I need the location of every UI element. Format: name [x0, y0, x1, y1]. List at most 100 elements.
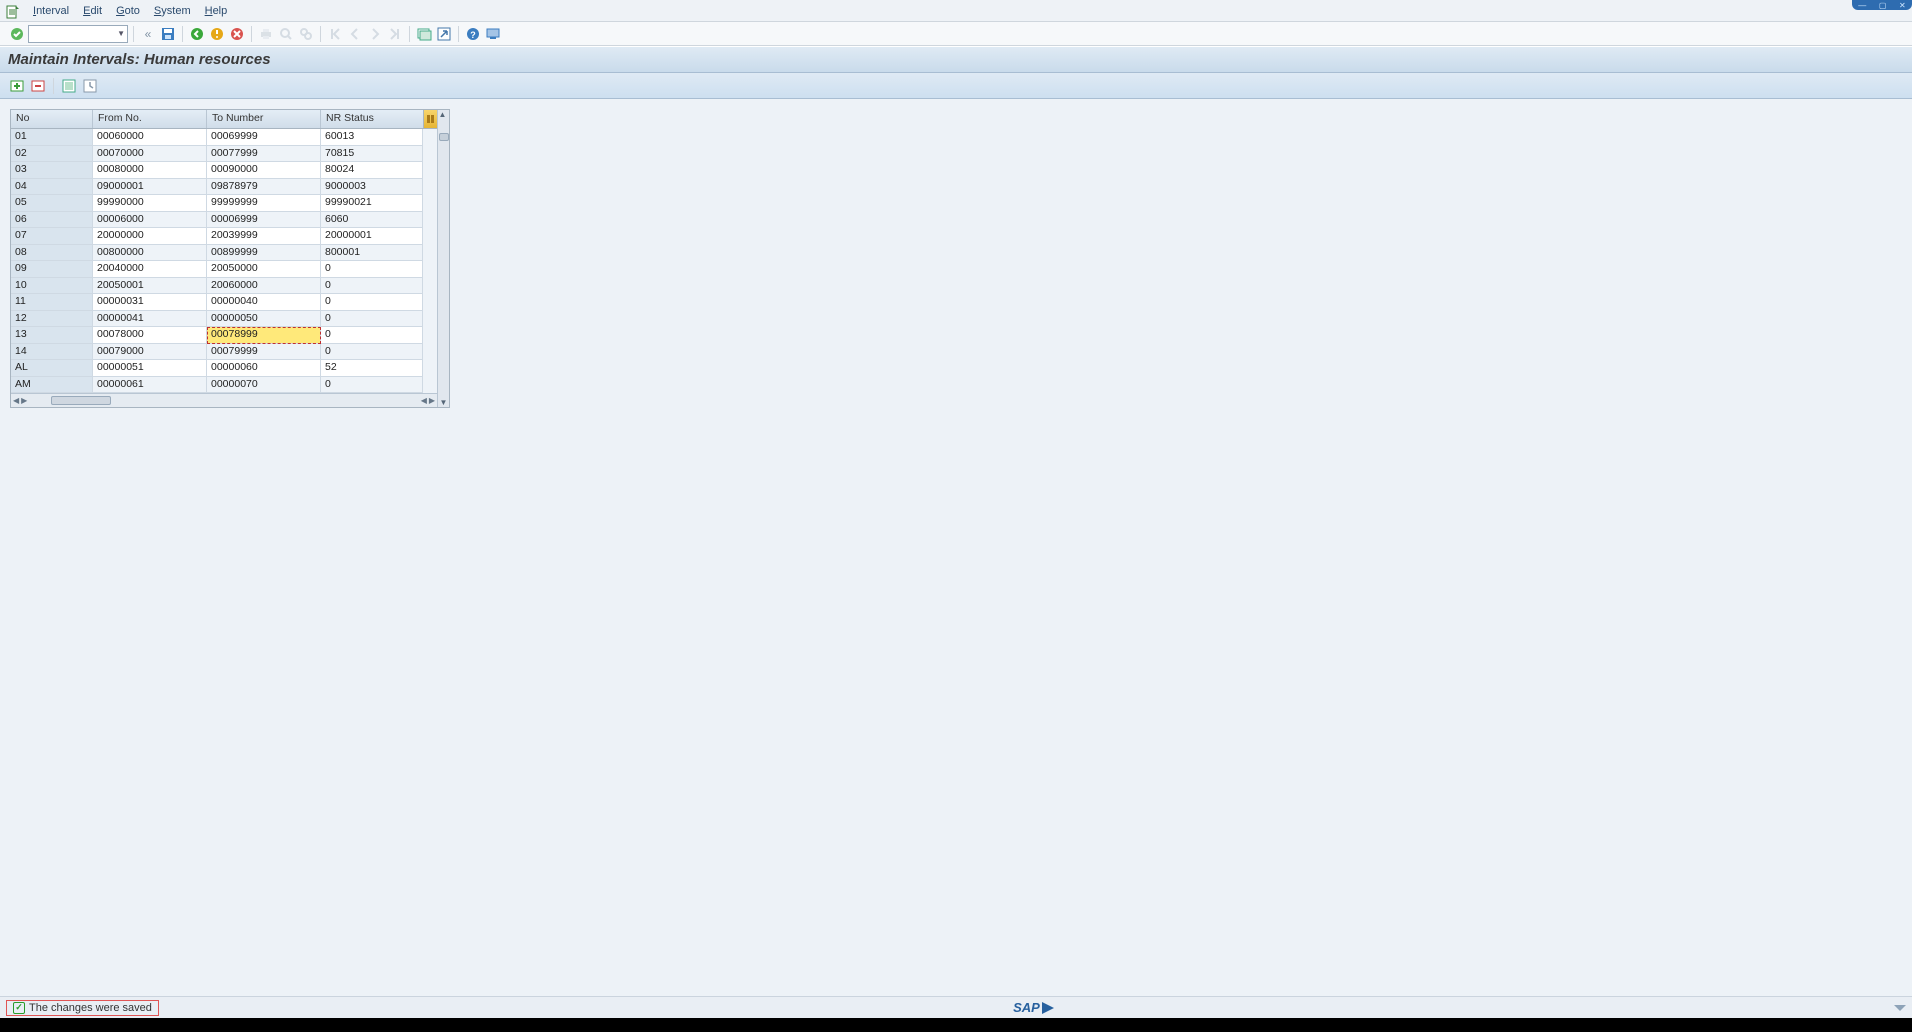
cell-no[interactable]: 05 — [11, 195, 93, 212]
cell-status[interactable]: 70815 — [321, 146, 423, 163]
scroll-down-icon[interactable]: ▼ — [440, 398, 448, 407]
header-from[interactable]: From No. — [93, 110, 207, 128]
scroll-left2-icon[interactable]: ◀ — [421, 396, 427, 405]
cell-to[interactable]: 20060000 — [207, 278, 321, 295]
scroll-up-icon[interactable]: ▲ — [439, 110, 449, 119]
table-row[interactable]: 1020050001200600000 — [11, 278, 437, 295]
status-toggle-icon[interactable] — [1894, 1005, 1906, 1011]
scroll-right-icon[interactable]: ▶ — [21, 396, 27, 405]
back-double-icon[interactable]: « — [139, 25, 157, 43]
help-icon[interactable]: ? — [464, 25, 482, 43]
cell-status[interactable]: 0 — [321, 327, 423, 344]
insert-line-icon[interactable] — [8, 77, 26, 95]
table-row[interactable]: 05999900009999999999990021 — [11, 195, 437, 212]
cell-status[interactable]: 52 — [321, 360, 423, 377]
menu-help[interactable]: Help — [205, 5, 228, 17]
cell-to[interactable]: 00000070 — [207, 377, 321, 394]
cell-no[interactable]: 13 — [11, 327, 93, 344]
new-session-icon[interactable] — [415, 25, 433, 43]
cell-status[interactable]: 0 — [321, 261, 423, 278]
back-icon[interactable] — [188, 25, 206, 43]
cell-from[interactable]: 00080000 — [93, 162, 207, 179]
table-row[interactable]: 01000600000006999960013 — [11, 129, 437, 146]
table-row[interactable]: 080080000000899999800001 — [11, 245, 437, 262]
cell-from[interactable]: 20050001 — [93, 278, 207, 295]
menu-interval[interactable]: Interval — [33, 5, 69, 17]
menu-goto[interactable]: Goto — [116, 5, 140, 17]
cell-to[interactable]: 00079999 — [207, 344, 321, 361]
cell-from[interactable]: 20000000 — [93, 228, 207, 245]
table-row[interactable]: 0409000001098789799000003 — [11, 179, 437, 196]
cell-from[interactable]: 00006000 — [93, 212, 207, 229]
cell-to[interactable]: 99999999 — [207, 195, 321, 212]
cell-status[interactable]: 80024 — [321, 162, 423, 179]
table-row[interactable]: 1100000031000000400 — [11, 294, 437, 311]
command-field-icon[interactable] — [5, 4, 19, 18]
cell-status[interactable]: 0 — [321, 377, 423, 394]
table-row[interactable]: 03000800000009000080024 — [11, 162, 437, 179]
cell-to[interactable]: 20039999 — [207, 228, 321, 245]
cell-status[interactable]: 60013 — [321, 129, 423, 146]
cell-no[interactable]: 14 — [11, 344, 93, 361]
cell-no[interactable]: 06 — [11, 212, 93, 229]
header-no[interactable]: No — [11, 110, 93, 128]
table-row[interactable]: 1400079000000799990 — [11, 344, 437, 361]
exit-icon[interactable] — [208, 25, 226, 43]
window-caption-buttons[interactable]: — ▢ ✕ — [1852, 0, 1912, 10]
table-row[interactable]: 1200000041000000500 — [11, 311, 437, 328]
cell-from[interactable]: 00078000 — [93, 327, 207, 344]
scroll-right2-icon[interactable]: ▶ — [429, 396, 435, 405]
generate-shortcut-icon[interactable] — [435, 25, 453, 43]
table-row[interactable]: AL000000510000006052 — [11, 360, 437, 377]
cell-no[interactable]: AL — [11, 360, 93, 377]
cell-status[interactable]: 99990021 — [321, 195, 423, 212]
hscroll-thumb[interactable] — [51, 396, 111, 405]
cell-no[interactable]: 03 — [11, 162, 93, 179]
cancel-icon[interactable] — [228, 25, 246, 43]
menu-system[interactable]: System — [154, 5, 191, 17]
scroll-left-icon[interactable]: ◀ — [13, 396, 19, 405]
table-row[interactable]: 0920040000200500000 — [11, 261, 437, 278]
cell-to[interactable]: 00006999 — [207, 212, 321, 229]
cell-from[interactable]: 00000061 — [93, 377, 207, 394]
cell-to[interactable]: 09878979 — [207, 179, 321, 196]
table-row[interactable]: 02000700000007799970815 — [11, 146, 437, 163]
cell-no[interactable]: 07 — [11, 228, 93, 245]
header-to[interactable]: To Number — [207, 110, 321, 128]
cell-status[interactable]: 800001 — [321, 245, 423, 262]
cell-no[interactable]: 12 — [11, 311, 93, 328]
cell-status[interactable]: 6060 — [321, 212, 423, 229]
cell-no[interactable]: AM — [11, 377, 93, 394]
cell-status[interactable]: 9000003 — [321, 179, 423, 196]
cell-no[interactable]: 08 — [11, 245, 93, 262]
enter-icon[interactable] — [8, 25, 26, 43]
cell-from[interactable]: 00070000 — [93, 146, 207, 163]
close-icon[interactable]: ✕ — [1899, 1, 1906, 10]
customize-layout-icon[interactable] — [484, 25, 502, 43]
cell-to[interactable]: 00069999 — [207, 129, 321, 146]
cell-no[interactable]: 09 — [11, 261, 93, 278]
table-row[interactable]: 0600006000000069996060 — [11, 212, 437, 229]
cell-no[interactable]: 02 — [11, 146, 93, 163]
cell-status[interactable]: 0 — [321, 278, 423, 295]
table-row[interactable]: 1300078000000789990 — [11, 327, 437, 344]
cell-to[interactable]: 00077999 — [207, 146, 321, 163]
cell-status[interactable]: 20000001 — [321, 228, 423, 245]
table-row[interactable]: 07200000002003999920000001 — [11, 228, 437, 245]
cell-from[interactable]: 00000031 — [93, 294, 207, 311]
menu-edit[interactable]: Edit — [83, 5, 102, 17]
cell-status[interactable]: 0 — [321, 344, 423, 361]
configure-columns-icon[interactable] — [423, 110, 437, 128]
cell-to[interactable]: 00090000 — [207, 162, 321, 179]
table-row[interactable]: AM00000061000000700 — [11, 377, 437, 394]
cell-no[interactable]: 01 — [11, 129, 93, 146]
minimize-icon[interactable]: — — [1858, 1, 1866, 10]
cell-no[interactable]: 11 — [11, 294, 93, 311]
save-icon[interactable] — [159, 25, 177, 43]
cell-from[interactable]: 00079000 — [93, 344, 207, 361]
cell-from[interactable]: 00000051 — [93, 360, 207, 377]
cell-status[interactable]: 0 — [321, 294, 423, 311]
select-all-icon[interactable] — [60, 77, 78, 95]
cell-from[interactable]: 20040000 — [93, 261, 207, 278]
cell-to[interactable]: 20050000 — [207, 261, 321, 278]
